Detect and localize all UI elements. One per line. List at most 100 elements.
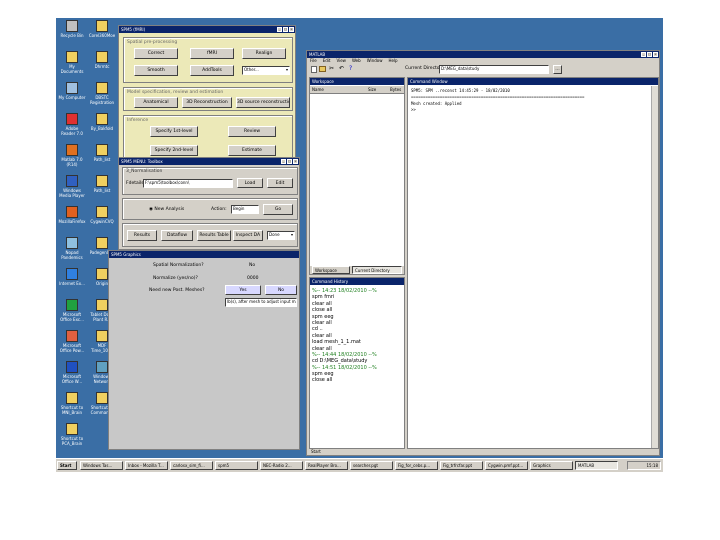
dataflow-tab[interactable]: Dataflow (161, 230, 193, 241)
start-button[interactable]: Start (57, 461, 77, 470)
menu-edit[interactable]: Edit (323, 58, 331, 63)
load-button[interactable]: Load (237, 178, 263, 188)
desktop-icon[interactable]: Microsoft Office W... (58, 361, 86, 384)
taskbar-item[interactable]: Inbox - Mozilla T... (125, 461, 168, 470)
help-icon[interactable]: ? (349, 65, 352, 72)
desktop-icon[interactable]: Windows Media Player (58, 175, 86, 198)
matlab-titlebar[interactable]: MATLAB _ □ × (307, 51, 659, 58)
desktop-icon[interactable]: My Documents (58, 51, 86, 74)
correct-button[interactable]: Correct (134, 48, 178, 59)
menu-web[interactable]: Web (352, 58, 361, 63)
specify-2nd-level-button[interactable]: Specify 2nd-level (150, 145, 198, 156)
desktop-icon[interactable]: Recycle Bin (58, 20, 86, 38)
workspace-tab[interactable]: Workspace (312, 266, 350, 274)
results-tab[interactable]: Results (127, 230, 157, 241)
other-dropdown-value: Other... (244, 67, 259, 72)
go-button[interactable]: Go (263, 204, 293, 215)
desktop-icon[interactable]: Shortcut to MNI_Brain (58, 392, 86, 415)
taskbar-item[interactable]: Fig_for_cebs.p... (395, 461, 438, 470)
edit-button[interactable]: Edit (267, 178, 293, 188)
history-line[interactable]: close all (312, 377, 402, 383)
inspect-tab[interactable]: Inspect DA (233, 230, 263, 241)
close-icon[interactable]: × (653, 52, 658, 57)
taskbar-item[interactable]: Cygwin.pmf.ppt... (485, 461, 528, 470)
path-input[interactable]: F:\spm5\toolbox\conn\ (143, 179, 233, 188)
desktop-icon[interactable]: Path_list (88, 175, 116, 193)
close-icon[interactable]: × (293, 159, 298, 164)
maximize-icon[interactable]: □ (283, 27, 288, 32)
computer-icon (66, 82, 78, 94)
desktop-icon[interactable]: Dhrmtc (88, 51, 116, 69)
desktop-icon[interactable]: DBSTC Registration (88, 82, 116, 105)
no-button[interactable]: No (265, 285, 297, 295)
yes-button[interactable]: Yes (225, 285, 261, 295)
column-size[interactable]: Size (368, 86, 376, 93)
taskbar-item[interactable]: Graphics (530, 461, 573, 470)
taskbar-item[interactable]: NEC-Radio 2... (260, 461, 303, 470)
minimize-icon[interactable]: _ (281, 159, 286, 164)
desktop-icon[interactable]: By_Bakfold (88, 113, 116, 131)
anatomical-button[interactable]: Anatomical (134, 97, 178, 108)
taskbar-item[interactable]: Windows Tas... (80, 461, 123, 470)
desktop-icon[interactable]: Matlab 7.0 (R14) (58, 144, 86, 167)
desktop-icon[interactable]: Microsoft Office Pow... (58, 330, 86, 353)
undo-icon[interactable]: ↶ (339, 65, 344, 72)
action-select[interactable]: Begin (231, 205, 259, 214)
minimize-icon[interactable]: _ (277, 27, 282, 32)
vertical-scrollbar[interactable] (651, 86, 658, 448)
new-analysis-radio[interactable]: ◉ New Analysis (149, 207, 184, 212)
maximize-icon[interactable]: □ (647, 52, 652, 57)
desktop-icon[interactable]: Corel360Moe (88, 20, 116, 38)
done-dropdown[interactable]: Done ▾ (267, 231, 295, 240)
3d-reconstruction-button[interactable]: 3D Reconstruction (182, 97, 232, 108)
desktop-icon[interactable]: Path_list (88, 144, 116, 162)
column-name[interactable]: Name (312, 86, 324, 93)
taskbar-item[interactable]: RealPlayer Bro... (305, 461, 348, 470)
menu-file[interactable]: File (310, 58, 317, 63)
desktop-icon[interactable]: Nopad Pandemics (58, 237, 86, 260)
status-start[interactable]: Start (311, 449, 321, 454)
desktop-icon[interactable]: Shortcut to PCA_Brain (58, 423, 86, 446)
desktop-icon[interactable]: CygwinCVQ (88, 206, 116, 224)
taskbar-item[interactable]: Fig_trfrcfar.ppt (440, 461, 483, 470)
desktop-icon[interactable]: MozillaFirefox (58, 206, 86, 224)
close-icon[interactable]: × (289, 27, 294, 32)
desktop-icon[interactable]: Internet Ex... (58, 268, 86, 286)
open-folder-icon[interactable] (319, 66, 326, 72)
browse-folder-button[interactable]: … (553, 65, 562, 74)
desktop: Recycle Bin Corel360Moe My Documents Dhrmtc… (56, 18, 663, 458)
taskbar-item[interactable]: spm5 (215, 461, 258, 470)
realign-button[interactable]: Realign (242, 48, 286, 59)
fmri-button[interactable]: fMRI (190, 48, 234, 59)
desktop-icon[interactable]: Microsoft Office Exc... (58, 299, 86, 322)
specify-1st-level-button[interactable]: Specify 1st-level (150, 126, 198, 137)
desktop-icon[interactable]: Adobe Reader 7.0 (58, 113, 86, 136)
maximize-icon[interactable]: □ (287, 159, 292, 164)
menu-window[interactable]: Window (367, 58, 383, 63)
taskbar-item[interactable]: MATLAB (575, 461, 618, 470)
estimate-button[interactable]: Estimate (228, 145, 276, 156)
review-button[interactable]: Review (228, 126, 276, 137)
minimize-icon[interactable]: _ (641, 52, 646, 57)
taskbar-item[interactable]: searcher.pgt (350, 461, 393, 470)
3d-source-reconstruction-button[interactable]: 3D source reconstruction (236, 97, 290, 108)
results-table-tab[interactable]: Results Table (197, 230, 231, 241)
menu-view[interactable]: View (336, 58, 346, 63)
other-dropdown[interactable]: Other... ▾ (242, 66, 290, 75)
new-file-icon[interactable] (311, 66, 317, 73)
menu-help[interactable]: Help (388, 58, 397, 63)
toolbox-titlebar[interactable]: SPM5 MENU: Toolbox _ □ × (119, 158, 299, 165)
cut-icon[interactable]: ✂ (329, 65, 334, 72)
graphics-titlebar[interactable]: SPM5 Graphics (109, 251, 299, 258)
spm-menu-titlebar[interactable]: SPM5 (fMRI) _ □ × (119, 26, 295, 33)
smooth-button[interactable]: Smooth (134, 65, 178, 76)
column-bytes[interactable]: Bytes (390, 86, 401, 93)
command-window-output[interactable]: SPM5: SPM ..reconst 14:45:29 - 18/02/201… (411, 88, 650, 114)
hint-input[interactable]: lb(s), after mesh to adjust input mats (225, 298, 297, 307)
addtools-button[interactable]: AddTools (190, 65, 234, 76)
radio-label: New Analysis (154, 207, 185, 212)
current-directory-input[interactable]: D:\MEG_data\study (439, 65, 549, 74)
current-directory-tab[interactable]: Current Directory (352, 266, 402, 274)
desktop-icon[interactable]: My Computer (58, 82, 86, 100)
taskbar-item[interactable]: carlosx_sim_fi... (170, 461, 213, 470)
